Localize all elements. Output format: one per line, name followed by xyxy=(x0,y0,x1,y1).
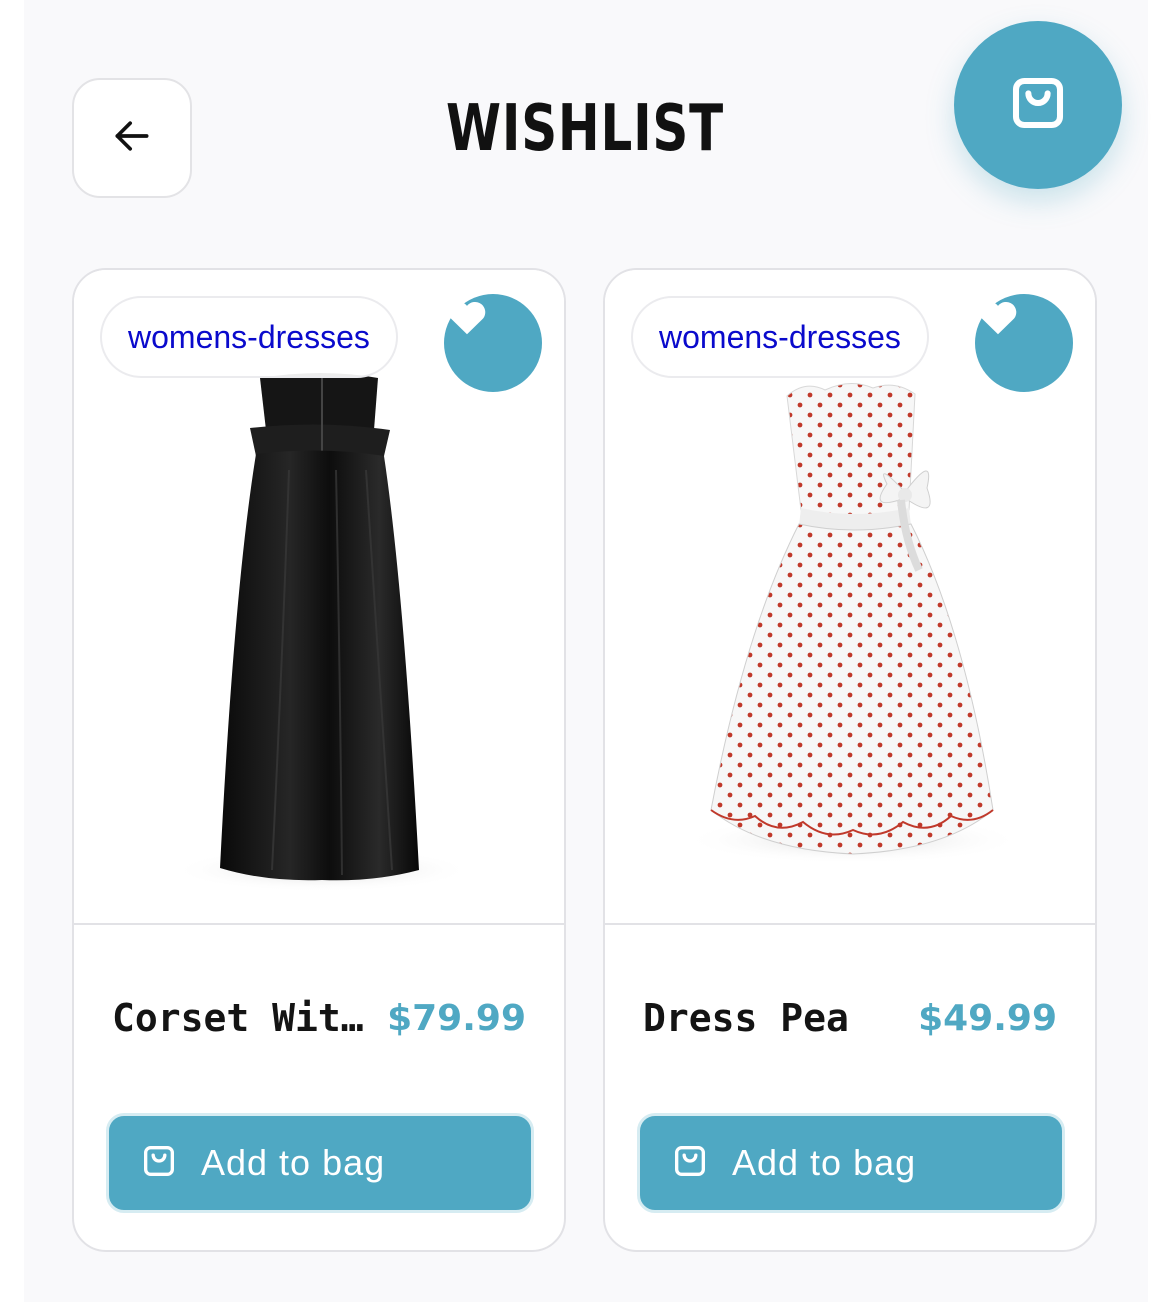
shopping-bag-icon xyxy=(670,1141,710,1185)
product-image[interactable]: womens-dresses xyxy=(605,270,1095,925)
category-tag[interactable]: womens-dresses xyxy=(100,296,398,378)
add-to-bag-button[interactable]: Add to bag xyxy=(106,1113,534,1213)
add-to-bag-label: Add to bag xyxy=(201,1142,386,1183)
add-to-bag-button[interactable]: Add to bag xyxy=(637,1113,1065,1213)
product-price: $49.99 xyxy=(918,998,1057,1039)
shopping-bag-icon xyxy=(139,1141,179,1185)
favorite-button[interactable] xyxy=(444,294,542,392)
page-title: WISHLIST xyxy=(446,92,724,166)
product-price: $79.99 xyxy=(387,998,526,1039)
shopping-bag-icon xyxy=(1005,70,1071,140)
product-card[interactable]: womens-dresses Corset Wit... $79.99 Add … xyxy=(72,268,566,1252)
product-name[interactable]: Corset Wit... xyxy=(112,996,382,1040)
screen-edge xyxy=(1148,0,1170,1302)
product-image[interactable]: womens-dresses xyxy=(74,270,564,925)
back-button[interactable] xyxy=(72,78,192,198)
add-to-bag-label: Add to bag xyxy=(732,1142,917,1183)
product-card[interactable]: womens-dresses Dress Pea $49.99 Add to b… xyxy=(603,268,1097,1252)
favorite-button[interactable] xyxy=(975,294,1073,392)
arrow-left-icon xyxy=(110,114,154,162)
category-tag[interactable]: womens-dresses xyxy=(631,296,929,378)
cart-button[interactable] xyxy=(954,21,1122,189)
product-name[interactable]: Dress Pea xyxy=(643,996,913,1040)
